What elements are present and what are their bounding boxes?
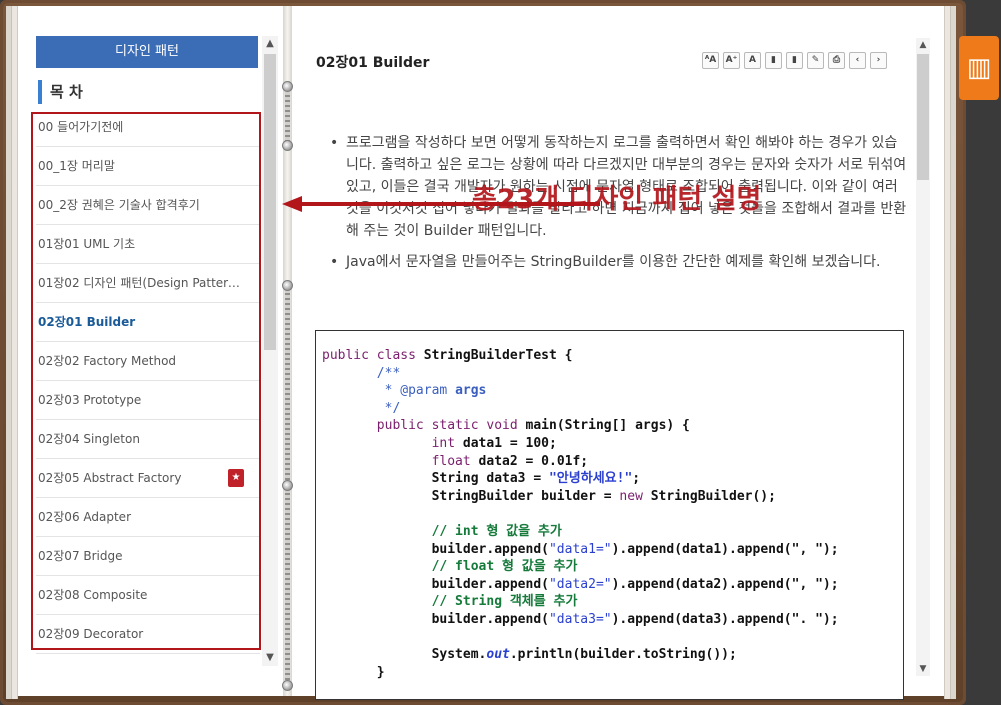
code-text: data1 = 100; (462, 435, 557, 451)
spine-ring (282, 140, 293, 151)
scroll-up-icon[interactable]: ▲ (262, 36, 278, 52)
toc-item-active[interactable]: 02장01 Builder (36, 303, 260, 342)
book-title-button[interactable]: 디자인 패턴 (36, 36, 258, 68)
code-comment: // String 객체를 추가 (431, 594, 578, 610)
toc-item[interactable]: 01장01 UML 기초 (36, 225, 260, 264)
paragraph: Java에서 문자열을 만들어주는 StringBuilder를 이용한 간단한… (330, 251, 910, 273)
code-text: main(String[] args) { (525, 418, 690, 434)
code-text: String data3 = (431, 471, 549, 487)
code-text: data2 = 0.01f; (478, 453, 589, 469)
code-text: .println(builder.toString()); (509, 647, 737, 663)
code-keyword: new (619, 488, 651, 504)
code-keyword: public static void (376, 418, 526, 434)
print-icon[interactable]: ⎙ (828, 52, 845, 69)
code-text: StringBuilder builder = (431, 488, 620, 504)
bookmark-list-icon[interactable]: ▮ (786, 52, 803, 69)
toc-item[interactable]: 02장09 Decorator (36, 615, 260, 654)
scroll-thumb[interactable] (917, 54, 929, 180)
code-string: "data2=" (548, 576, 612, 592)
code-text: ).append(data2).append(", "); (611, 576, 839, 592)
prev-page-icon[interactable]: ‹ (849, 52, 866, 69)
code-comment: * @param (384, 383, 456, 399)
code-keyword: public class (322, 348, 424, 363)
scroll-up-icon[interactable]: ▲ (916, 38, 930, 52)
toc-item-label: 02장05 Abstract Factory (38, 471, 182, 485)
spine-chain (285, 490, 290, 686)
code-text: StringBuilderTest { (423, 348, 573, 363)
next-page-icon[interactable]: › (870, 52, 887, 69)
content-scrollbar[interactable]: ▲ ▼ (916, 38, 930, 676)
code-string: "data1=" (548, 541, 612, 557)
code-comment: // float 형 값을 추가 (431, 559, 578, 575)
code-text: StringBuilder(); (650, 488, 776, 504)
code-keyword: int (431, 435, 463, 451)
toc-item[interactable]: 02장03 Prototype (36, 381, 260, 420)
spine-ring (282, 280, 293, 291)
toc-item[interactable]: 02장08 Composite (36, 576, 260, 615)
toc-item-bookmarked[interactable]: 02장05 Abstract Factory ★ (36, 459, 260, 498)
toc-scrollbar[interactable]: ▲ ▼ (262, 36, 278, 666)
page-edge (944, 6, 950, 699)
bookmark-icon[interactable]: ▮ (765, 52, 782, 69)
reader-toolbar: ᴬA A⁺ A ▮ ▮ ✎ ⎙ ‹ › (702, 52, 887, 69)
spine-ring (282, 480, 293, 491)
text-reset-icon[interactable]: A (744, 52, 761, 69)
toc-item[interactable]: 00_2장 권혜은 기술사 합격후기 (36, 186, 260, 225)
toc-item[interactable]: 02장06 Adapter (36, 498, 260, 537)
scroll-thumb[interactable] (264, 54, 276, 350)
spine-ring (282, 680, 293, 691)
scroll-down-icon[interactable]: ▼ (262, 650, 278, 666)
library-icon[interactable]: ▥ (959, 36, 999, 100)
code-text: builder.append( (431, 611, 549, 627)
toc-item[interactable]: 00_1장 머리말 (36, 147, 260, 186)
text-larger-icon[interactable]: A⁺ (723, 52, 740, 69)
code-text: builder.append( (431, 541, 549, 557)
code-text: ).append(data3).append(". "); (611, 611, 839, 627)
toc-item[interactable]: 02장07 Bridge (36, 537, 260, 576)
code-keyword: out (486, 647, 510, 663)
spine-chain (285, 92, 290, 144)
code-text: builder.append( (431, 576, 549, 592)
annotation-arrow-head (282, 196, 302, 212)
spine-chain (285, 290, 290, 486)
code-text: ; (632, 471, 641, 487)
code-comment: args (455, 383, 487, 399)
toc-item[interactable]: 01장02 디자인 패턴(Design Pattern)의 ... (36, 264, 260, 303)
toc-heading: 목 차 (38, 80, 83, 104)
toc-item[interactable]: 02장02 Factory Method (36, 342, 260, 381)
toc-list: 00 들어가기전에 00_1장 머리말 00_2장 권혜은 기술사 합격후기 0… (36, 108, 260, 656)
spine-ring (282, 81, 293, 92)
chapter-title: 02장01 Builder (316, 55, 430, 71)
code-comment: // int 형 값을 추가 (431, 523, 562, 539)
code-text: } (376, 664, 385, 680)
toc-item[interactable]: 00 들어가기전에 (36, 108, 260, 147)
page-edge (950, 6, 956, 699)
code-keyword: float (431, 453, 479, 469)
toc-item[interactable]: 02장04 Singleton (36, 420, 260, 459)
memo-icon[interactable]: ✎ (807, 52, 824, 69)
text-smaller-icon[interactable]: ᴬA (702, 52, 719, 69)
code-comment: /** (376, 365, 401, 381)
code-text: System. (431, 647, 487, 663)
code-block: public class StringBuilderTest { /** * @… (315, 330, 904, 700)
code-string: "안녕하세요!" (548, 471, 633, 487)
scroll-down-icon[interactable]: ▼ (916, 662, 930, 676)
bookmark-star-icon[interactable]: ★ (228, 469, 244, 487)
code-comment: */ (384, 400, 401, 416)
annotation-text: 총23개 디자인 패턴 설명 (472, 184, 762, 215)
code-string: "data3=" (548, 611, 612, 627)
code-text: ).append(data1).append(", "); (611, 541, 839, 557)
